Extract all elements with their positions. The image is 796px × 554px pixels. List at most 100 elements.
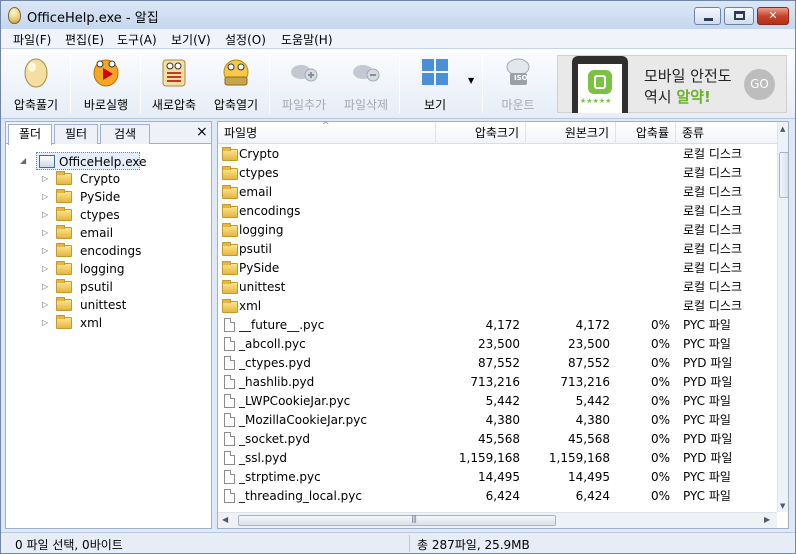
column-name[interactable]: 파일명 ^ — [218, 122, 436, 144]
horizontal-scroll-thumb[interactable]: ||| — [238, 514, 556, 526]
menu-file[interactable]: 파일(F) — [13, 31, 51, 48]
folder-icon — [56, 207, 72, 221]
table-row[interactable]: _ctypes.pyd 87,552 87,552 0% PYD 파일 — [218, 354, 778, 373]
expanded-arrow-icon[interactable]: ◢ — [20, 152, 30, 170]
folder-icon — [56, 225, 72, 239]
toolbar-separator — [482, 55, 483, 113]
column-ratio[interactable]: 압축률 — [616, 122, 676, 144]
mount-button[interactable]: ISO 마운트 — [487, 49, 549, 119]
folder-icon — [222, 223, 238, 237]
add-file-button[interactable]: 파일추가 — [273, 49, 335, 119]
scroll-left-icon[interactable]: ◀ — [222, 515, 228, 524]
extract-button[interactable]: 압축풀기 — [5, 49, 67, 119]
row-name: _MozillaCookieJar.pyc — [239, 413, 367, 427]
expand-arrow-icon[interactable]: ▷ — [42, 188, 52, 206]
run-button[interactable]: 바로실행 — [75, 49, 137, 119]
table-row[interactable]: logging 로컬 디스크 — [218, 221, 778, 240]
close-pane-icon[interactable]: × — [196, 124, 208, 140]
tree-folder-item[interactable]: ▷ psutil — [42, 278, 202, 296]
tab-filter[interactable]: 필터 — [54, 124, 98, 144]
tree-folder-item[interactable]: ▷ encodings — [42, 242, 202, 260]
status-divider — [409, 535, 410, 552]
menu-settings[interactable]: 설정(O) — [225, 31, 266, 48]
delete-file-button[interactable]: 파일삭제 — [335, 49, 397, 119]
expand-arrow-icon[interactable]: ▷ — [42, 296, 52, 314]
expand-arrow-icon[interactable]: ▷ — [42, 314, 52, 332]
expand-arrow-icon[interactable]: ▷ — [42, 224, 52, 242]
tree-folder-item[interactable]: ▷ Crypto — [42, 170, 202, 188]
view-dropdown-button[interactable]: ▼ — [465, 49, 479, 119]
table-row[interactable]: _hashlib.pyd 713,216 713,216 0% PYD 파일 — [218, 373, 778, 392]
table-row[interactable]: _abcoll.pyc 23,500 23,500 0% PYC 파일 — [218, 335, 778, 354]
open-archive-icon — [223, 59, 249, 86]
expand-arrow-icon[interactable]: ▷ — [42, 260, 52, 278]
row-name: encodings — [239, 204, 301, 218]
close-button[interactable]: ✕ — [757, 7, 789, 25]
table-row[interactable]: email 로컬 디스크 — [218, 183, 778, 202]
toolbar-separator — [70, 55, 71, 113]
scroll-up-icon[interactable]: ▲ — [780, 125, 785, 133]
table-row[interactable]: _ssl.pyd 1,159,168 1,159,168 0% PYD 파일 — [218, 449, 778, 468]
row-ratio: 0% — [650, 356, 670, 370]
expand-arrow-icon[interactable]: ▷ — [42, 170, 52, 188]
table-row[interactable]: _strptime.pyc 14,495 14,495 0% PYC 파일 — [218, 468, 778, 487]
menu-edit[interactable]: 편집(E) — [65, 31, 104, 48]
table-row[interactable]: Crypto 로컬 디스크 — [218, 145, 778, 164]
tab-folder[interactable]: 폴더 — [8, 124, 52, 145]
scroll-down-icon[interactable]: ▼ — [780, 502, 785, 510]
vertical-scrollbar[interactable]: ▲ ▼ — [777, 122, 788, 512]
row-name: logging — [239, 223, 284, 237]
table-row[interactable]: _MozillaCookieJar.pyc 4,380 4,380 0% PYC 파일 — [218, 411, 778, 430]
table-row[interactable]: __future__.pyc 4,172 4,172 0% PYC 파일 — [218, 316, 778, 335]
minimize-button[interactable] — [694, 7, 721, 25]
menu-view[interactable]: 보기(V) — [171, 31, 211, 48]
row-type: 로컬 디스크 — [683, 280, 743, 294]
folder-icon — [56, 297, 72, 311]
table-row[interactable]: _socket.pyd 45,568 45,568 0% PYD 파일 — [218, 430, 778, 449]
table-row[interactable]: psutil 로컬 디스크 — [218, 240, 778, 259]
table-row[interactable]: encodings 로컬 디스크 — [218, 202, 778, 221]
folder-icon — [56, 243, 72, 257]
row-name: unittest — [239, 280, 286, 294]
alzip-app-icon[interactable] — [8, 7, 21, 24]
advertisement-banner[interactable]: ★★★★★ 모바일 안전도 역시 알약! GO — [557, 55, 787, 113]
tree-folder-item[interactable]: ▷ email — [42, 224, 202, 242]
row-name: _ctypes.pyd — [239, 356, 311, 370]
menu-help[interactable]: 도움말(H) — [281, 31, 333, 48]
go-button[interactable]: GO — [744, 69, 775, 100]
tree-folder-item[interactable]: ▷ xml — [42, 314, 202, 332]
horizontal-scrollbar[interactable]: ◀ ||| ▶ — [218, 512, 777, 528]
file-icon — [224, 489, 235, 503]
tree-folder-item[interactable]: ▷ ctypes — [42, 206, 202, 224]
table-row[interactable]: unittest 로컬 디스크 — [218, 278, 778, 297]
tab-search[interactable]: 검색 — [100, 124, 150, 144]
view-button[interactable]: 보기 — [405, 49, 465, 119]
vertical-scroll-thumb[interactable] — [779, 152, 788, 198]
expand-arrow-icon[interactable]: ▷ — [42, 206, 52, 224]
new-archive-button[interactable]: 새로압축 — [143, 49, 205, 119]
column-compressed-size[interactable]: 압축크기 — [436, 122, 526, 144]
iso-icon — [506, 58, 530, 85]
menu-tools[interactable]: 도구(A) — [117, 31, 157, 48]
row-type: PYC 파일 — [683, 413, 731, 427]
tree-folder-item[interactable]: ▷ PySide — [42, 188, 202, 206]
table-row[interactable]: ctypes 로컬 디스크 — [218, 164, 778, 183]
add-file-icon — [291, 65, 318, 82]
table-row[interactable]: _LWPCookieJar.pyc 5,442 5,442 0% PYC 파일 — [218, 392, 778, 411]
column-original-size[interactable]: 원본크기 — [526, 122, 616, 144]
table-row[interactable]: PySide 로컬 디스크 — [218, 259, 778, 278]
tree-folder-item[interactable]: ▷ unittest — [42, 296, 202, 314]
expand-arrow-icon[interactable]: ▷ — [42, 278, 52, 296]
table-row[interactable]: _threading_local.pyc 6,424 6,424 0% PYC 파일 — [218, 487, 778, 506]
scroll-right-icon[interactable]: ▶ — [764, 515, 770, 524]
open-archive-button[interactable]: 압축열기 — [205, 49, 267, 119]
expand-arrow-icon[interactable]: ▷ — [42, 242, 52, 260]
table-row[interactable]: xml 로컬 디스크 — [218, 297, 778, 316]
tree-folder-item[interactable]: ▷ logging — [42, 260, 202, 278]
column-type[interactable]: 종류 — [676, 122, 778, 144]
tree-root[interactable]: ◢ OfficeHelp.exe — [20, 152, 147, 170]
toolbar-separator — [399, 55, 400, 113]
row-ratio: 0% — [650, 470, 670, 484]
maximize-button[interactable] — [724, 7, 754, 25]
title-bar[interactable]: OfficeHelp.exe - 알집 ✕ — [1, 1, 795, 29]
